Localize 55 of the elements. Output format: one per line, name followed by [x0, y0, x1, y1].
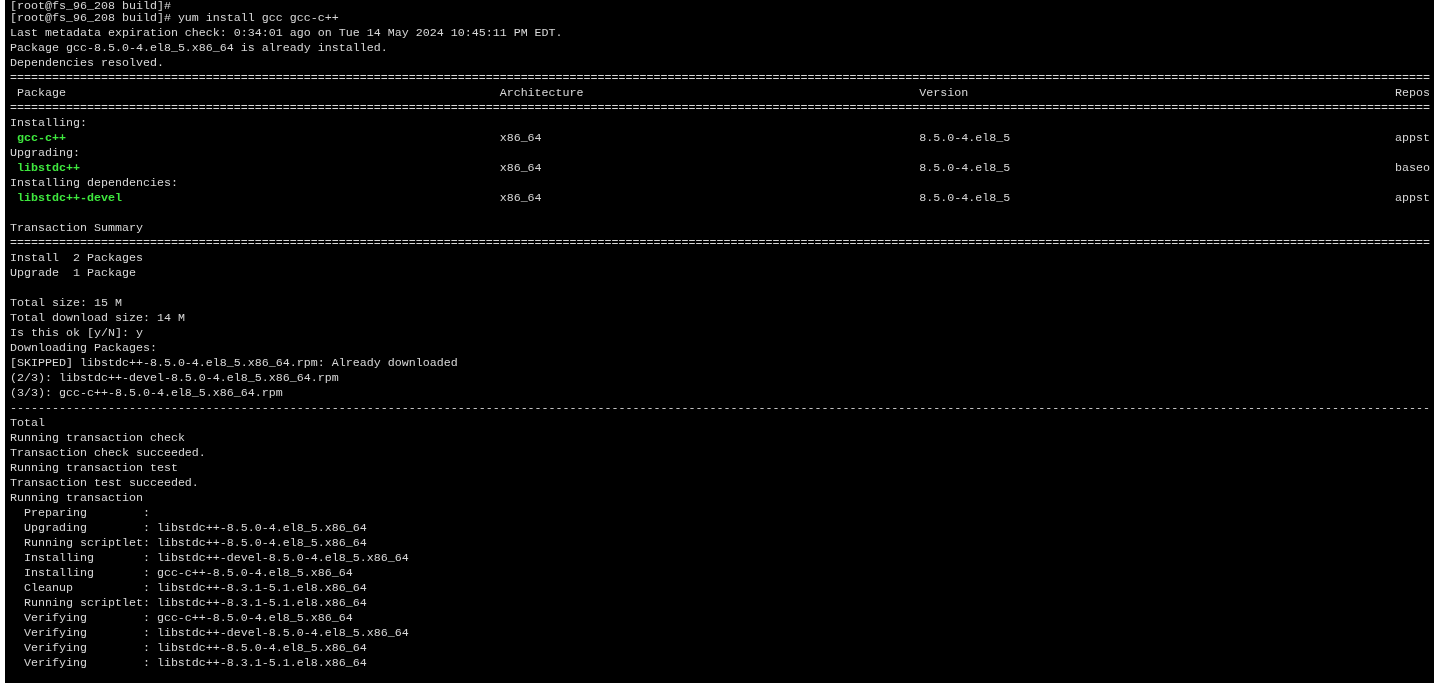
output-line: [root@fs_96_208 build]# — [10, 0, 171, 13]
output-line: [SKIPPED] libstdc++-8.5.0-4.el8_5.x86_64.rpm: Already downloaded — [10, 356, 458, 370]
package-name: libstdc++-devel — [16, 191, 122, 206]
output-line: Installing: — [10, 116, 87, 130]
output-line: Installing dependencies: — [10, 176, 178, 190]
separator-line: =========================================================================================================================================================================================================== — [10, 236, 1430, 250]
output-line: Is this ok [y/N]: y — [10, 326, 143, 340]
output-line: Downloading Packages: — [10, 341, 157, 355]
table-cell: x86_64 — [499, 191, 542, 206]
output-line: Installing : gcc-c++-8.5.0-4.el8_5.x86_64 — [24, 566, 353, 580]
output-line: Upgrade 1 Package — [10, 266, 136, 280]
output-line: Running scriptlet: libstdc++-8.5.0-4.el8_5.x86_64 — [24, 536, 367, 550]
output-line: Running transaction — [10, 491, 143, 505]
output-line: Transaction Summary — [10, 221, 143, 235]
output-line: Last metadata expiration check: 0:34:01 ago on Tue 14 May 2024 10:45:11 PM EDT. — [10, 26, 563, 40]
output-line: (2/3): libstdc++-devel-8.5.0-4.el8_5.x86_64.rpm — [10, 371, 339, 385]
table-cell: 8.5.0-4.el8_5 — [919, 131, 1011, 146]
output-line: Package gcc-8.5.0-4.el8_5.x86_64 is already installed. — [10, 41, 388, 55]
table-cell: x86_64 — [499, 131, 542, 146]
output-line: (3/3): gcc-c++-8.5.0-4.el8_5.x86_64.rpm — [10, 386, 283, 400]
output-line: Transaction test succeeded. — [10, 476, 199, 490]
table-cell: x86_64 — [499, 161, 542, 176]
output-line: Running transaction test — [10, 461, 178, 475]
column-header: Version — [919, 86, 969, 101]
table-cell: appst — [1394, 191, 1430, 206]
separator-line: =========================================================================================================================================================================================================== — [10, 101, 1430, 115]
column-header: Package — [16, 86, 66, 101]
package-name: libstdc++ — [16, 161, 80, 176]
output-line: Verifying : libstdc++-8.5.0-4.el8_5.x86_64 — [24, 641, 367, 655]
output-line: Installing : libstdc++-devel-8.5.0-4.el8_5.x86_64 — [24, 551, 409, 565]
output-line: Dependencies resolved. — [10, 56, 164, 70]
output-line: Install 2 Packages — [10, 251, 143, 265]
output-line: [root@fs_96_208 build]# yum install gcc gcc-c++ — [10, 11, 339, 25]
output-line: Total — [10, 416, 45, 430]
output-line: Verifying : libstdc++-devel-8.5.0-4.el8_5.x86_64 — [24, 626, 409, 640]
output-line: Verifying : libstdc++-8.3.1-5.1.el8.x86_64 — [24, 656, 367, 670]
table-cell: appst — [1394, 131, 1430, 146]
output-line: Total download size: 14 M — [10, 311, 185, 325]
output-line: Running transaction check — [10, 431, 185, 445]
separator-line: =========================================================================================================================================================================================================== — [10, 71, 1430, 85]
output-line: Running scriptlet: libstdc++-8.3.1-5.1.el8.x86_64 — [24, 596, 367, 610]
table-cell: 8.5.0-4.el8_5 — [919, 191, 1011, 206]
output-line: Verifying : gcc-c++-8.5.0-4.el8_5.x86_64 — [24, 611, 353, 625]
column-header: Architecture — [499, 86, 584, 101]
table-cell: 8.5.0-4.el8_5 — [919, 161, 1011, 176]
output-line: Cleanup : libstdc++-8.3.1-5.1.el8.x86_64 — [24, 581, 367, 595]
table-cell: baseo — [1394, 161, 1430, 176]
package-name: gcc-c++ — [16, 131, 66, 146]
output-line: Upgrading: — [10, 146, 80, 160]
output-line: Transaction check succeeded. — [10, 446, 206, 460]
separator-line: ----------------------------------------------------------------------------------------------------------------------------------------------------------------------------------------------------------- — [10, 401, 1430, 415]
column-header: Repos — [1394, 86, 1430, 101]
output-line: Upgrading : libstdc++-8.5.0-4.el8_5.x86_64 — [24, 521, 367, 535]
output-line: Preparing : — [24, 506, 150, 520]
output-line: Total size: 15 M — [10, 296, 122, 310]
